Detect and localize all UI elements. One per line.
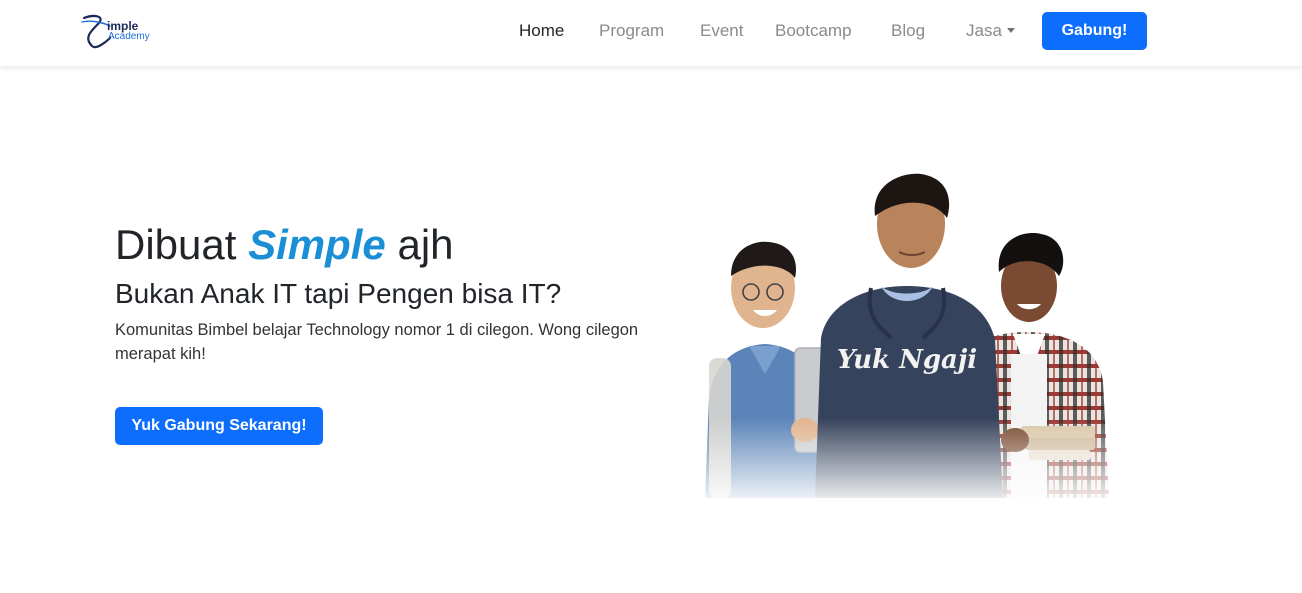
nav-item-bootcamp[interactable]: Bootcamp [775, 20, 852, 42]
nav-item-jasa-label: Jasa [966, 21, 1002, 40]
nav-item-blog[interactable]: Blog [891, 20, 925, 42]
hero-join-button[interactable]: Yuk Gabung Sekarang! [115, 407, 323, 445]
nav-item-jasa-dropdown[interactable]: Jasa [966, 20, 1015, 42]
nav-item-event[interactable]: Event [700, 20, 743, 42]
hero-title-pre: Dibuat [115, 221, 249, 268]
hero-title-accent: Simple [248, 221, 386, 268]
caret-down-icon [1006, 28, 1015, 33]
brand-subtitle: Academy [108, 31, 150, 42]
join-button[interactable]: Gabung! [1042, 12, 1147, 50]
brand-logo[interactable]: imple Academy [80, 12, 160, 52]
hero-students-illustration: Yuk Ngaji [695, 168, 1115, 508]
hero-subtitle: Bukan Anak IT tapi Pengen bisa IT? [115, 278, 562, 309]
hero-description: Komunitas Bimbel belajar Technology nomo… [115, 321, 639, 363]
navbar: imple Academy Home Program Event Bootcam… [0, 0, 1302, 66]
hero-title: Dibuat Simple ajh [115, 218, 454, 272]
nav-item-program[interactable]: Program [599, 20, 664, 42]
hoodie-print: Yuk Ngaji [837, 345, 977, 375]
nav-item-home[interactable]: Home [519, 20, 564, 42]
hero-title-post: ajh [385, 221, 454, 268]
